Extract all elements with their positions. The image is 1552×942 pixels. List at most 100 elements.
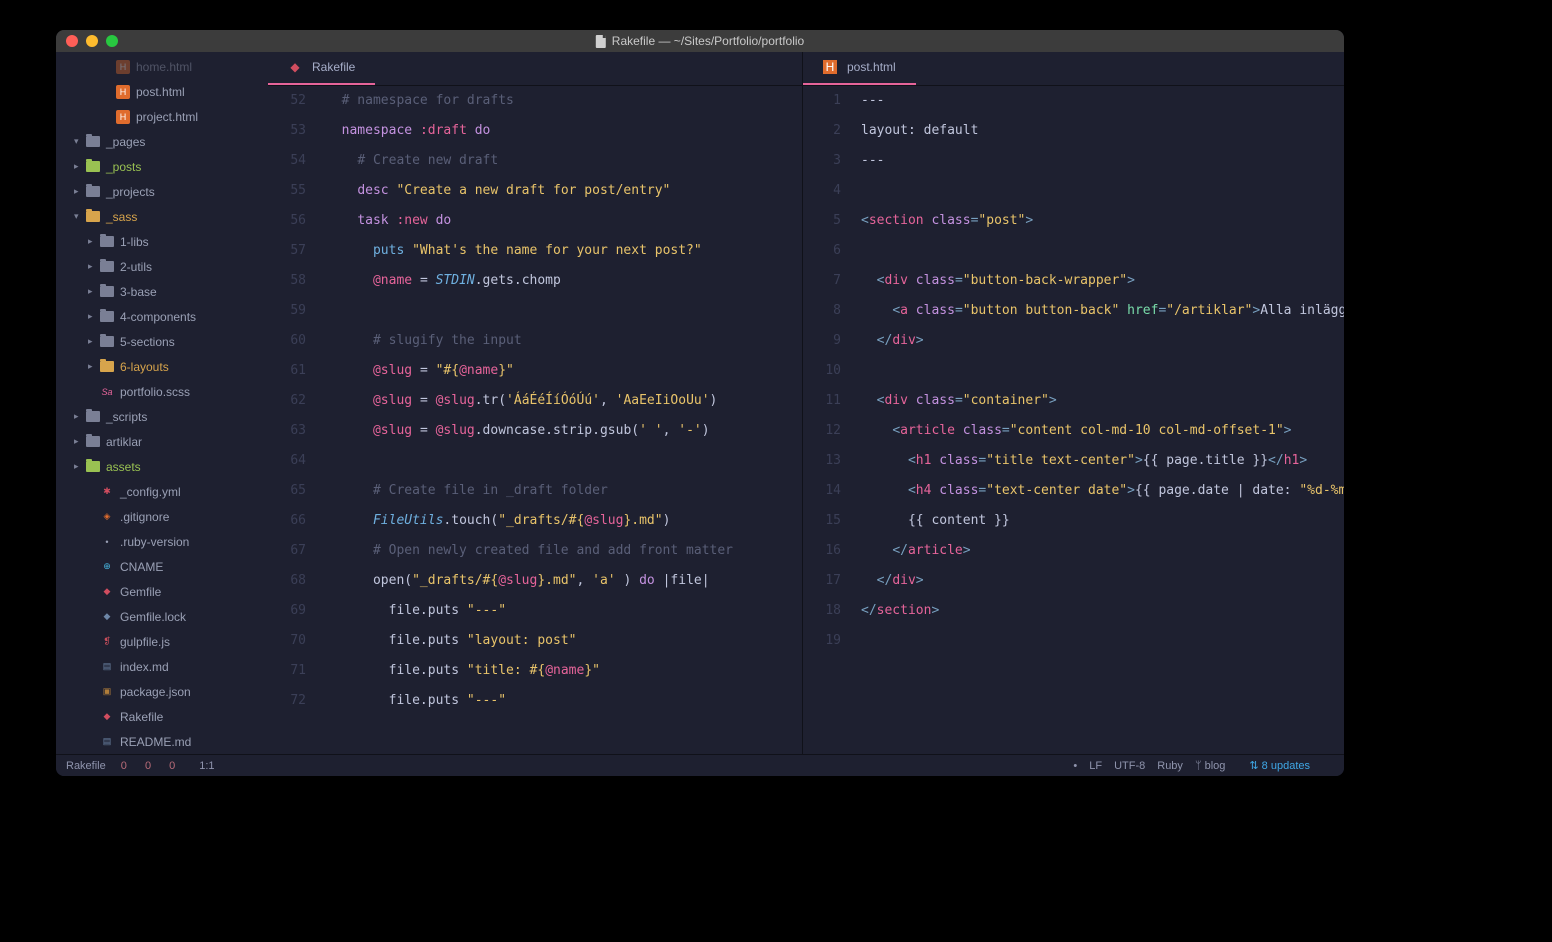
html-icon: H xyxy=(116,85,130,99)
minimize-icon[interactable] xyxy=(86,35,98,47)
json-icon: ▣ xyxy=(100,685,114,699)
tree-row[interactable]: _scripts xyxy=(56,404,268,429)
tree-row[interactable]: 3-base xyxy=(56,279,268,304)
tree-row[interactable]: ✱_config.yml xyxy=(56,479,268,504)
tabstrip-right: H post.html xyxy=(802,52,1344,85)
status-updates[interactable]: ⇅ 8 updates xyxy=(1249,759,1322,772)
tree-row[interactable]: artiklar xyxy=(56,429,268,454)
code-right[interactable]: ---layout: default--- <section class="po… xyxy=(851,86,1344,754)
chevron-icon xyxy=(88,236,98,247)
chevron-icon xyxy=(104,112,114,122)
markdown-icon: ▤ xyxy=(100,735,114,749)
document-icon xyxy=(596,35,606,48)
chevron-icon xyxy=(104,87,114,97)
chevron-icon xyxy=(88,537,98,547)
tree-row[interactable]: Hpost.html xyxy=(56,79,268,104)
lock-icon: ◆ xyxy=(100,610,114,624)
tree-row[interactable]: ▤ index.md xyxy=(56,654,268,679)
tab-post-html[interactable]: H post.html xyxy=(803,52,916,85)
folder-icon xyxy=(100,286,114,297)
tree-label: Gemfile.lock xyxy=(120,610,186,624)
tree-row[interactable]: ◈.gitignore xyxy=(56,504,268,529)
zoom-icon[interactable] xyxy=(106,35,118,47)
sass-icon: Sa xyxy=(100,385,114,399)
tree-row[interactable]: 2-utils xyxy=(56,254,268,279)
chevron-icon xyxy=(88,387,98,397)
ruby-icon: ◆ xyxy=(288,60,302,74)
status-eol[interactable]: LF xyxy=(1089,760,1102,772)
tree-row[interactable]: •.ruby-version xyxy=(56,529,268,554)
tree-label: post.html xyxy=(136,85,185,99)
git-icon: ◈ xyxy=(100,510,114,524)
tree-row[interactable]: ▤ README.md xyxy=(56,729,268,754)
folder-icon xyxy=(100,336,114,347)
chevron-icon xyxy=(88,261,98,272)
status-branch[interactable]: ᛘ blog xyxy=(1195,760,1237,772)
tree-label: _config.yml xyxy=(120,485,181,499)
gutter-right: 12345678910111213141516171819 xyxy=(803,86,851,754)
file-tree[interactable]: Hhome.html Hpost.html Hproject.html _page… xyxy=(56,52,268,754)
tree-row[interactable]: Saportfolio.scss xyxy=(56,379,268,404)
chevron-icon xyxy=(88,361,98,372)
tree-row[interactable]: Hhome.html xyxy=(56,54,268,79)
tree-label: package.json xyxy=(120,685,191,699)
folder-icon xyxy=(100,311,114,322)
status-encoding[interactable]: UTF-8 xyxy=(1114,760,1145,772)
chevron-icon xyxy=(74,186,84,197)
editor-right[interactable]: 12345678910111213141516171819 ---layout:… xyxy=(802,86,1344,754)
tree-label: index.md xyxy=(120,660,169,674)
chevron-icon xyxy=(88,512,98,522)
tree-label: project.html xyxy=(136,110,198,124)
titlebar[interactable]: Rakefile — ~/Sites/Portfolio/portfolio xyxy=(56,30,1344,52)
tab-label: Rakefile xyxy=(312,60,355,74)
status-dot: • xyxy=(1073,760,1077,772)
tree-label: _pages xyxy=(106,135,145,149)
code-left[interactable]: # namespace for drafts namespace :draft … xyxy=(316,86,802,754)
tree-row[interactable]: _sass xyxy=(56,204,268,229)
tree-row[interactable]: Hproject.html xyxy=(56,104,268,129)
status-cursor: 1:1 xyxy=(199,760,214,772)
tree-label: README.md xyxy=(120,735,191,749)
tree-row[interactable]: 5-sections xyxy=(56,329,268,354)
tree-row[interactable]: ◆Gemfile xyxy=(56,579,268,604)
folder-icon xyxy=(86,411,100,422)
tree-label: 3-base xyxy=(120,285,157,299)
chevron-icon xyxy=(88,612,98,622)
tree-row[interactable]: 4-components xyxy=(56,304,268,329)
tree-label: assets xyxy=(106,460,141,474)
close-icon[interactable] xyxy=(66,35,78,47)
tree-row[interactable]: ⊕CNAME xyxy=(56,554,268,579)
chevron-icon xyxy=(88,687,98,697)
folder-icon xyxy=(86,161,100,172)
tree-row[interactable]: 1-libs xyxy=(56,229,268,254)
tree-label: 6-layouts xyxy=(120,360,169,374)
tree-row[interactable]: ◆ Gemfile.lock xyxy=(56,604,268,629)
tree-row[interactable]: ❡gulpfile.js xyxy=(56,629,268,654)
ruby-icon: ◆ xyxy=(100,710,114,724)
status-file: Rakefile xyxy=(66,760,106,772)
tree-row[interactable]: _projects xyxy=(56,179,268,204)
folder-icon xyxy=(86,186,100,197)
editor-left[interactable]: 5253545556575859606162636465666768697071… xyxy=(268,86,802,754)
tree-row[interactable]: _posts xyxy=(56,154,268,179)
traffic-lights xyxy=(56,35,118,47)
tree-row[interactable]: _pages xyxy=(56,129,268,154)
folder-icon xyxy=(86,461,100,472)
markdown-icon: ▤ xyxy=(100,660,114,674)
tree-row[interactable]: assets xyxy=(56,454,268,479)
tree-label: 2-utils xyxy=(120,260,152,274)
chevron-icon xyxy=(74,436,84,447)
folder-icon xyxy=(86,136,100,147)
tree-row[interactable]: ◆Rakefile xyxy=(56,704,268,729)
tree-label: artiklar xyxy=(106,435,142,449)
html-icon: H xyxy=(823,60,837,74)
window-title-wrap: Rakefile — ~/Sites/Portfolio/portfolio xyxy=(596,34,804,48)
tree-row[interactable]: 6-layouts xyxy=(56,354,268,379)
tab-rakefile[interactable]: ◆ Rakefile xyxy=(268,52,375,85)
tabstrip-left: ◆ Rakefile xyxy=(268,52,802,85)
tree-row[interactable]: ▣ package.json xyxy=(56,679,268,704)
tabstrips: ◆ Rakefile H post.html xyxy=(268,52,1344,86)
panes: ◆ Rakefile H post.html 52535455565758596… xyxy=(268,52,1344,754)
ruby-icon: ◆ xyxy=(100,585,114,599)
status-language[interactable]: Ruby xyxy=(1157,760,1183,772)
